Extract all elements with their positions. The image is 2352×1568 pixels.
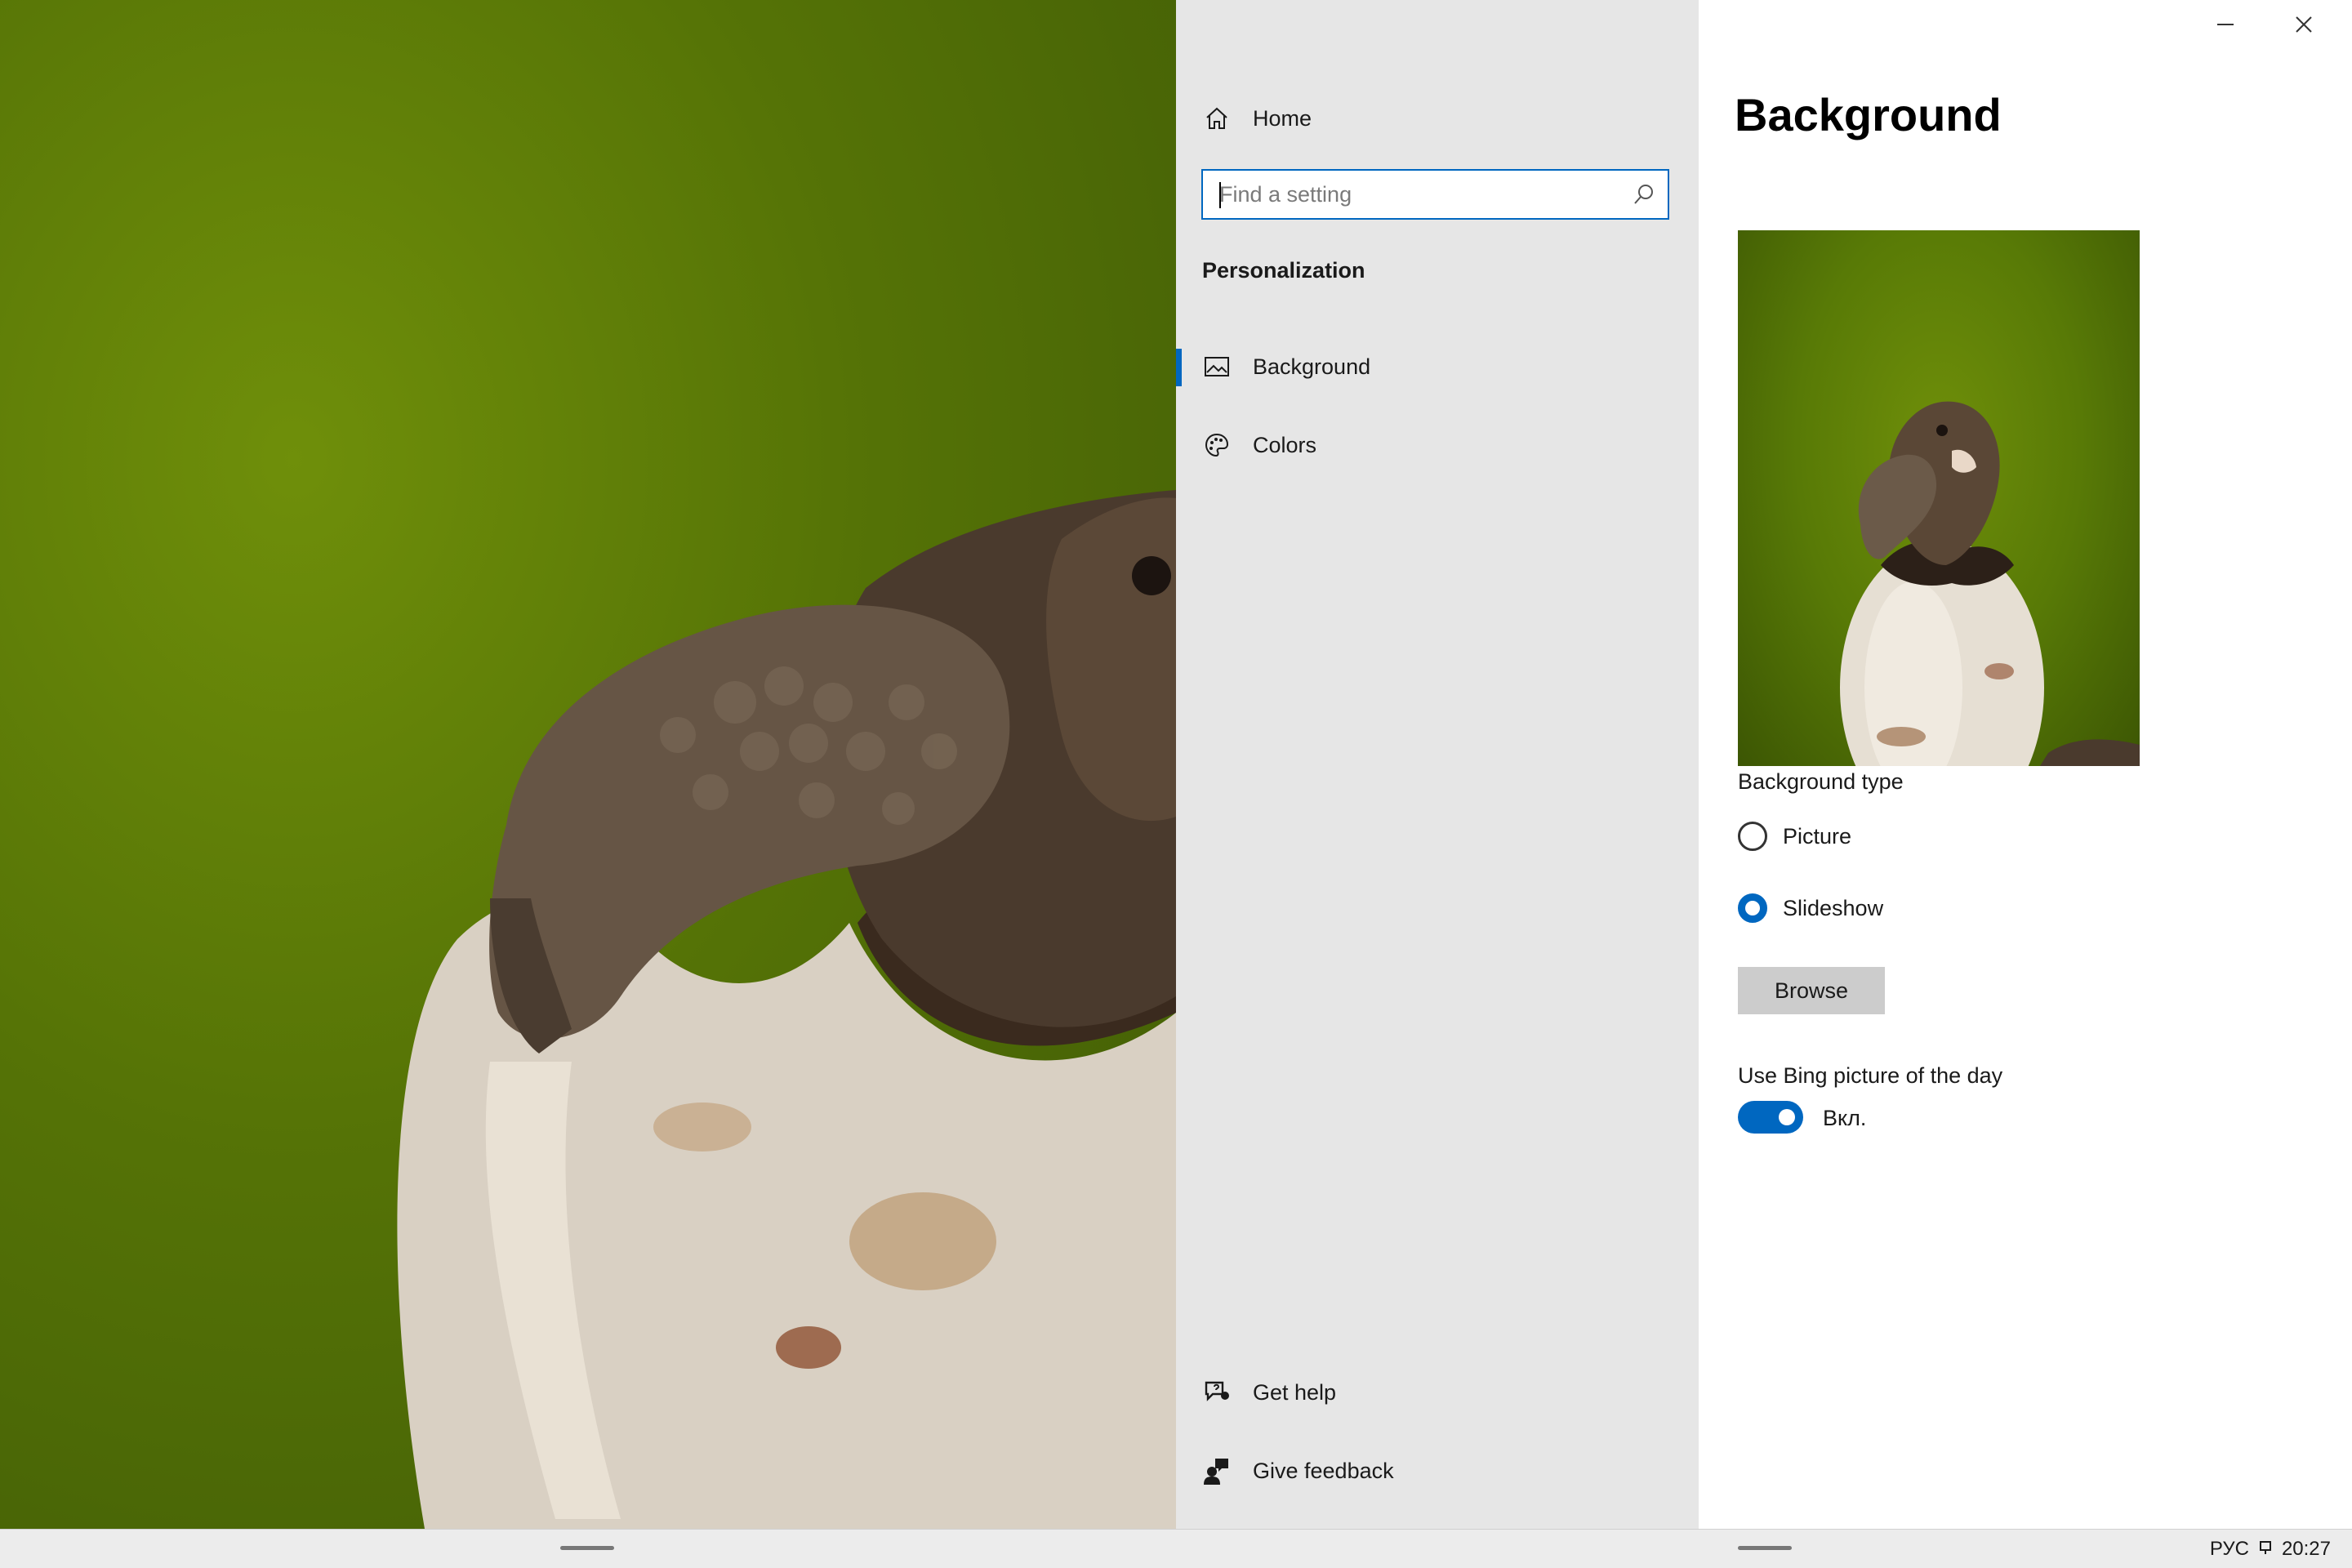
radio-label: Slideshow [1783, 895, 1884, 920]
nav-home-label: Home [1253, 105, 1312, 131]
nav-item-background[interactable]: Background [1176, 334, 1699, 399]
page-title: Background [1735, 89, 2002, 140]
minimize-icon [2216, 15, 2235, 38]
taskbar: РУС 20:27 [0, 1529, 2352, 1568]
bing-picture-label: Use Bing picture of the day [1738, 1063, 2003, 1088]
radio-button-checked[interactable] [1738, 893, 1767, 923]
toggle-state-text: Вкл. [1823, 1106, 1867, 1130]
nav-item-label: Background [1253, 354, 1371, 379]
bing-toggle[interactable] [1738, 1101, 1803, 1134]
desktop-wallpaper [0, 0, 1176, 1529]
picture-icon [1202, 352, 1232, 381]
search-box[interactable] [1201, 169, 1669, 220]
feedback-person-icon [1202, 1456, 1232, 1486]
search-input[interactable] [1203, 171, 1668, 218]
palette-icon [1202, 430, 1232, 460]
get-help-label: Get help [1253, 1379, 1337, 1405]
radio-button[interactable] [1738, 822, 1767, 851]
nav-item-label: Colors [1253, 432, 1317, 457]
preview-turtle-image [1840, 401, 2140, 766]
search-icon[interactable] [1632, 182, 1656, 207]
drag-handle[interactable] [1738, 1546, 1792, 1550]
nav-item-colors[interactable]: Colors [1176, 412, 1699, 478]
give-feedback-label: Give feedback [1253, 1458, 1394, 1483]
help-chat-icon [1202, 1378, 1232, 1407]
background-preview [1738, 230, 2140, 766]
system-tray: РУС 20:27 [2210, 1538, 2331, 1561]
turtle-hatchling-image [397, 490, 1176, 1529]
give-feedback-link[interactable]: Give feedback [1176, 1438, 1699, 1503]
clock[interactable]: 20:27 [2282, 1538, 2331, 1561]
selection-indicator [1176, 349, 1182, 386]
text-caret [1219, 182, 1221, 208]
radio-picture[interactable]: Picture [1738, 817, 1851, 856]
language-indicator[interactable]: РУС [2210, 1538, 2249, 1561]
toggle-knob [1779, 1109, 1795, 1125]
minimize-button[interactable] [2189, 0, 2262, 52]
radio-label: Picture [1783, 823, 1852, 849]
browse-button[interactable]: Browse [1738, 967, 1885, 1014]
close-icon [2294, 15, 2314, 38]
network-icon[interactable] [2259, 1538, 2272, 1561]
get-help-link[interactable]: Get help [1176, 1360, 1699, 1425]
background-type-label: Background type [1738, 769, 1904, 794]
navigation-pane: Home Personalization Background Colors G… [1176, 0, 1699, 1529]
close-button[interactable] [2267, 0, 2341, 52]
section-title: Personalization [1202, 258, 1365, 283]
home-icon [1202, 104, 1232, 133]
radio-slideshow[interactable]: Slideshow [1738, 889, 1883, 928]
nav-home[interactable]: Home [1176, 86, 1699, 151]
content-pane: Background Background type Picture Slide… [1699, 0, 2352, 1529]
drag-handle[interactable] [560, 1546, 614, 1550]
